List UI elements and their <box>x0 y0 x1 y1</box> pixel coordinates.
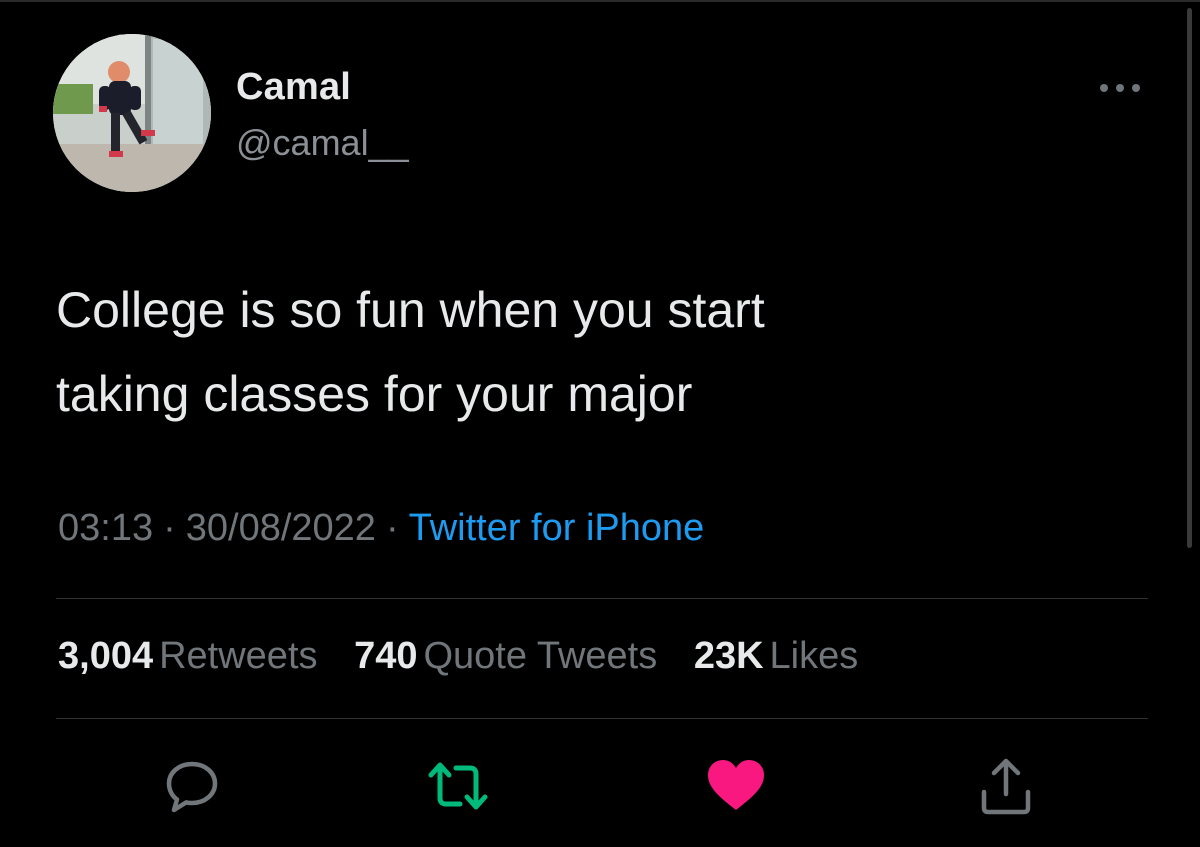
retweets-label: Retweets <box>159 635 318 677</box>
like-button[interactable] <box>704 754 768 818</box>
tweet-time[interactable]: 03:13 <box>58 507 153 549</box>
divider <box>56 598 1148 599</box>
divider <box>56 718 1148 719</box>
avatar[interactable] <box>53 34 211 192</box>
author-handle[interactable]: @camal__ <box>236 122 409 164</box>
reply-button[interactable] <box>160 754 224 818</box>
retweets-stat[interactable]: 3,004 Retweets <box>58 635 318 678</box>
heart-icon <box>708 760 764 810</box>
share-icon <box>981 758 1031 815</box>
tweet-text: College is so fun when you start taking … <box>56 268 1116 436</box>
quotes-count: 740 <box>354 635 418 677</box>
retweet-button[interactable] <box>426 754 490 818</box>
tweet-source-link[interactable]: Twitter for iPhone <box>409 507 705 549</box>
retweet-icon <box>428 762 488 810</box>
quotes-label: Quote Tweets <box>423 635 658 677</box>
meta-separator: · <box>163 507 176 549</box>
more-options-icon[interactable] <box>1096 78 1144 98</box>
meta-separator: · <box>385 507 399 549</box>
tweet-card: Camal @camal__ College is so fun when yo… <box>0 0 1200 847</box>
quote-tweets-stat[interactable]: 740 Quote Tweets <box>354 635 657 678</box>
tweet-stats: 3,004 Retweets 740 Quote Tweets 23K Likes <box>58 635 884 678</box>
likes-count: 23K <box>693 635 764 677</box>
retweets-count: 3,004 <box>58 635 154 677</box>
scrollbar[interactable] <box>1187 8 1192 548</box>
tweet-date[interactable]: 30/08/2022 <box>186 507 376 549</box>
share-button[interactable] <box>974 754 1038 818</box>
likes-label: Likes <box>769 635 859 677</box>
tweet-meta: 03:13 · 30/08/2022 · Twitter for iPhone <box>58 507 704 550</box>
likes-stat[interactable]: 23K Likes <box>694 635 858 678</box>
tweet-text-line: College is so fun when you start <box>56 282 765 338</box>
author-display-name[interactable]: Camal <box>236 66 351 109</box>
profile-photo-icon <box>53 34 211 192</box>
tweet-text-line: taking classes for your major <box>56 366 693 422</box>
reply-icon <box>166 761 218 813</box>
